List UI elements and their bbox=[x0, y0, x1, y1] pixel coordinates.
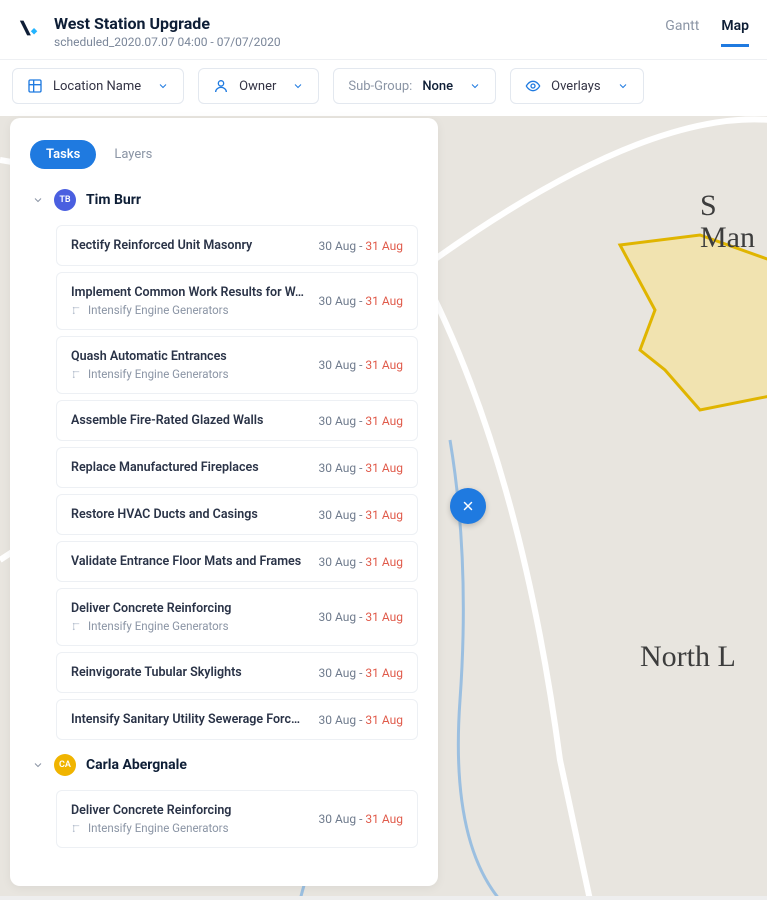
dependency-icon bbox=[71, 621, 82, 632]
group-name: Tim Burr bbox=[86, 192, 141, 208]
group-name: Carla Abergnale bbox=[86, 757, 187, 773]
location-icon bbox=[27, 78, 43, 94]
panel-tab-layers[interactable]: Layers bbox=[114, 147, 152, 162]
task-title: Assemble Fire-Rated Glazed Walls bbox=[71, 413, 309, 428]
task-panel: Tasks Layers TB Tim Burr Rectify Reinfor… bbox=[10, 118, 438, 886]
app-header: West Station Upgrade scheduled_2020.07.0… bbox=[0, 0, 767, 60]
task-title: Replace Manufactured Fireplaces bbox=[71, 460, 309, 475]
filter-subgroup[interactable]: Sub-Group: None bbox=[333, 68, 496, 104]
avatar: CA bbox=[54, 754, 76, 776]
page-title: West Station Upgrade bbox=[54, 14, 665, 33]
task-date: 30 Aug - 31 Aug bbox=[319, 666, 403, 680]
person-icon bbox=[213, 78, 229, 94]
group-header[interactable]: CA Carla Abergnale bbox=[32, 754, 418, 776]
panel-tab-tasks[interactable]: Tasks bbox=[30, 140, 96, 169]
task-list: Deliver Concrete Reinforcing Intensify E… bbox=[56, 790, 418, 848]
map-label-sman: SMan bbox=[700, 190, 755, 253]
dependency-icon bbox=[71, 823, 82, 834]
task-date: 30 Aug - 31 Aug bbox=[319, 414, 403, 428]
task-title: Deliver Concrete Reinforcing bbox=[71, 803, 309, 818]
filter-subgroup-label: Sub-Group: bbox=[348, 79, 412, 94]
task-date: 30 Aug - 31 Aug bbox=[319, 461, 403, 475]
eye-icon bbox=[525, 78, 541, 94]
task-card[interactable]: Reinvigorate Tubular Skylights 30 Aug - … bbox=[56, 652, 418, 693]
map-close-button[interactable] bbox=[450, 488, 486, 524]
filter-subgroup-value: None bbox=[422, 79, 453, 94]
filter-owner-label: Owner bbox=[239, 79, 276, 94]
task-subtitle: Intensify Engine Generators bbox=[88, 303, 229, 317]
task-subtitle: Intensify Engine Generators bbox=[88, 821, 229, 835]
filter-owner[interactable]: Owner bbox=[198, 68, 319, 104]
filter-location[interactable]: Location Name bbox=[12, 68, 184, 104]
task-title: Deliver Concrete Reinforcing bbox=[71, 601, 309, 616]
chevron-down-icon bbox=[469, 80, 481, 92]
filter-location-label: Location Name bbox=[53, 79, 141, 94]
app-logo-icon bbox=[18, 17, 40, 39]
close-icon bbox=[461, 499, 475, 513]
tab-map[interactable]: Map bbox=[721, 18, 749, 47]
task-date: 30 Aug - 31 Aug bbox=[319, 610, 403, 624]
task-subtitle: Intensify Engine Generators bbox=[88, 619, 229, 633]
task-card[interactable]: Implement Common Work Results for W… Int… bbox=[56, 272, 418, 330]
task-title: Restore HVAC Ducts and Casings bbox=[71, 507, 309, 522]
task-title: Reinvigorate Tubular Skylights bbox=[71, 665, 309, 680]
task-list: Rectify Reinforced Unit Masonry 30 Aug -… bbox=[56, 225, 418, 740]
chevron-down-icon bbox=[157, 80, 169, 92]
filter-overlays[interactable]: Overlays bbox=[510, 68, 643, 104]
task-date: 30 Aug - 31 Aug bbox=[319, 294, 403, 308]
task-date: 30 Aug - 31 Aug bbox=[319, 358, 403, 372]
task-card[interactable]: Deliver Concrete Reinforcing Intensify E… bbox=[56, 790, 418, 848]
chevron-down-icon bbox=[292, 80, 304, 92]
task-date: 30 Aug - 31 Aug bbox=[319, 508, 403, 522]
task-card[interactable]: Rectify Reinforced Unit Masonry 30 Aug -… bbox=[56, 225, 418, 266]
tab-gantt[interactable]: Gantt bbox=[665, 18, 699, 44]
task-title: Implement Common Work Results for W… bbox=[71, 285, 309, 300]
dependency-icon bbox=[71, 369, 82, 380]
task-subtitle: Intensify Engine Generators bbox=[88, 367, 229, 381]
task-date: 30 Aug - 31 Aug bbox=[319, 812, 403, 826]
task-date: 30 Aug - 31 Aug bbox=[319, 239, 403, 253]
task-date: 30 Aug - 31 Aug bbox=[319, 713, 403, 727]
task-card[interactable]: Replace Manufactured Fireplaces 30 Aug -… bbox=[56, 447, 418, 488]
chevron-down-icon bbox=[617, 80, 629, 92]
filter-overlays-label: Overlays bbox=[551, 79, 600, 94]
task-card[interactable]: Restore HVAC Ducts and Casings 30 Aug - … bbox=[56, 494, 418, 535]
task-group: CA Carla Abergnale Deliver Concrete Rein… bbox=[30, 754, 418, 848]
task-title: Validate Entrance Floor Mats and Frames bbox=[71, 554, 309, 569]
chevron-down-icon bbox=[32, 759, 44, 771]
task-card[interactable]: Intensify Sanitary Utility Sewerage Forc… bbox=[56, 699, 418, 740]
task-title: Rectify Reinforced Unit Masonry bbox=[71, 238, 309, 253]
group-header[interactable]: TB Tim Burr bbox=[32, 189, 418, 211]
task-card[interactable]: Assemble Fire-Rated Glazed Walls 30 Aug … bbox=[56, 400, 418, 441]
avatar: TB bbox=[54, 189, 76, 211]
task-title: Intensify Sanitary Utility Sewerage Forc… bbox=[71, 712, 309, 727]
task-card[interactable]: Deliver Concrete Reinforcing Intensify E… bbox=[56, 588, 418, 646]
task-card[interactable]: Validate Entrance Floor Mats and Frames … bbox=[56, 541, 418, 582]
filter-bar: Location Name Owner Sub-Group: None Over… bbox=[0, 60, 767, 116]
map-label-north: North L bbox=[640, 640, 736, 674]
task-group: TB Tim Burr Rectify Reinforced Unit Maso… bbox=[30, 189, 418, 740]
task-card[interactable]: Quash Automatic Entrances Intensify Engi… bbox=[56, 336, 418, 394]
task-title: Quash Automatic Entrances bbox=[71, 349, 309, 364]
task-date: 30 Aug - 31 Aug bbox=[319, 555, 403, 569]
page-subtitle: scheduled_2020.07.07 04:00 - 07/07/2020 bbox=[54, 35, 665, 49]
dependency-icon bbox=[71, 305, 82, 316]
chevron-down-icon bbox=[32, 194, 44, 206]
